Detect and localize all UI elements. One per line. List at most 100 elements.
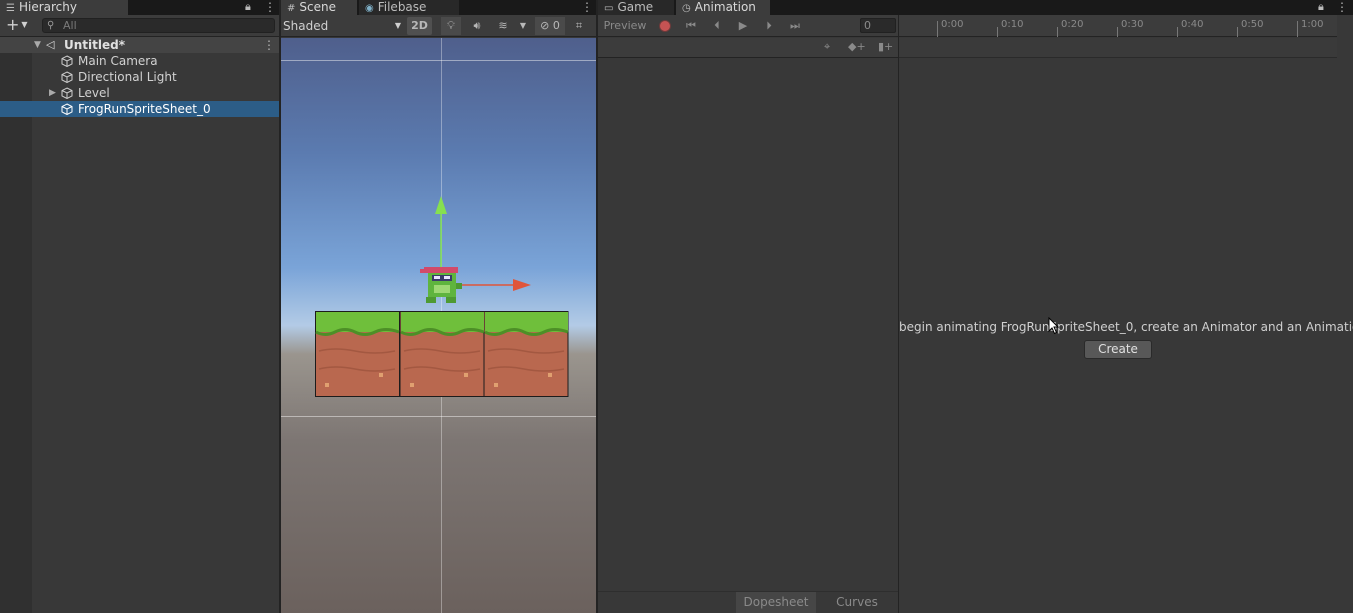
skip-end-icon: ⏭︎ (790, 19, 800, 32)
mode-2d-toggle[interactable]: 2D (407, 17, 432, 35)
step-forward-icon: ⏵︎ (766, 19, 772, 32)
audio-toggle[interactable]: 🔊︎ (467, 17, 487, 35)
cube-icon (61, 85, 77, 101)
play-button[interactable]: ▶ (734, 17, 752, 35)
hidden-eye-icon: ⊘ (540, 19, 550, 32)
next-key-button[interactable]: ⏵︎ (760, 17, 778, 35)
search-placeholder: All (63, 19, 77, 32)
first-key-button[interactable]: ⏮︎ (682, 17, 700, 35)
clock-icon: ◷ (682, 3, 691, 14)
gamepad-icon: ▭ (604, 3, 614, 14)
tab-game[interactable]: ▭ Game (598, 0, 674, 15)
camera-frame-bottom (281, 416, 596, 417)
list-item-selected[interactable]: FrogRunSpriteSheet_0 (0, 101, 279, 117)
scene-menu-icon[interactable]: ⋮ (263, 38, 275, 52)
animation-controls: Preview ⏮︎ ⏴︎ ▶ ⏵︎ ⏭︎ 0 (598, 15, 898, 37)
chevron-down-icon: ▼ (394, 21, 401, 30)
tab-dopesheet[interactable]: Dopesheet (736, 592, 816, 613)
eye-icon: ◉ (365, 3, 374, 14)
frog-sprite[interactable] (420, 263, 464, 309)
tick-label: 1:00 (1301, 19, 1324, 30)
tab-animation[interactable]: ◷ Animation (676, 0, 770, 15)
create-button[interactable]: Create (1084, 340, 1152, 359)
hierarchy-tabbar: ☰ Hierarchy 🔒︎ ⋮ (0, 0, 279, 15)
list-item[interactable]: ▶ Level (0, 85, 279, 101)
hierarchy-gutter (0, 38, 32, 613)
tab-scene[interactable]: # Scene (281, 0, 357, 15)
tab-hierarchy[interactable]: ☰ Hierarchy (0, 0, 128, 15)
cube-icon (61, 69, 77, 85)
lighting-toggle[interactable]: 💡︎ (441, 17, 461, 35)
tick-label: 0:00 (941, 19, 964, 30)
cube-icon (61, 101, 77, 117)
animation-bottom-bar: Dopesheet Curves (598, 591, 898, 613)
scene-viewport[interactable] (281, 38, 596, 613)
animation-tabbar: ▭ Game ◷ Animation 🔒︎ ⋮ (598, 0, 1353, 15)
scene-name: Untitled* (64, 38, 125, 52)
timeline-ruler[interactable]: 0:00 0:10 0:20 0:30 0:40 0:50 1:00 (899, 15, 1337, 37)
timeline-scrollbar[interactable] (1337, 15, 1353, 58)
grid-toggle[interactable]: ⌗ (569, 17, 589, 35)
frame-field[interactable]: 0 (860, 18, 896, 33)
separator-scene-animation[interactable] (596, 0, 598, 613)
event-track[interactable] (899, 38, 1337, 58)
kebab-menu-icon[interactable]: ⋮ (581, 0, 593, 14)
add-event-icon[interactable]: ▮+ (878, 40, 893, 53)
scene-tabbar: # Scene ◉ Filebase ⋮ (281, 0, 596, 15)
list-item-label: Main Camera (78, 54, 158, 68)
chevron-down-icon: ▼ (519, 21, 527, 30)
property-toolbar: ⌖ ◆+ ▮+ (598, 38, 898, 58)
lightbulb-icon: 💡︎ (447, 19, 455, 32)
search-icon: ⚲ (47, 20, 55, 31)
cube-icon (61, 53, 77, 69)
grid-icon: ⌗ (575, 19, 583, 32)
kebab-menu-icon[interactable]: ⋮ (1336, 0, 1348, 14)
lock-icon[interactable]: 🔒︎ (245, 0, 251, 14)
key-filter-icon[interactable]: ⌖ (824, 40, 830, 54)
property-list[interactable] (598, 58, 898, 591)
effects-toggle[interactable]: ≋ (493, 17, 513, 35)
scene-root-row[interactable]: ▼ ◁ Untitled* ⋮ (0, 37, 279, 53)
shading-mode-select[interactable]: Shaded ▼ (283, 17, 401, 35)
hierarchy-toolbar: + ▼ ⚲ All (0, 15, 279, 37)
list-item-label: Level (78, 86, 110, 100)
list-item[interactable]: Directional Light (0, 69, 279, 85)
tick-label: 0:50 (1241, 19, 1264, 30)
tick-label: 0:20 (1061, 19, 1084, 30)
scene-toolbar: Shaded ▼ 2D 💡︎ 🔊︎ ≋ ▼ ⊘ 0 ⌗ (281, 15, 596, 37)
record-button[interactable] (659, 20, 671, 32)
list-icon: ☰ (6, 3, 15, 14)
unity-scene-icon: ◁ (46, 38, 55, 51)
effects-dropdown[interactable]: ▼ (517, 17, 529, 35)
tab-filebase[interactable]: ◉ Filebase (359, 0, 459, 15)
create-message: begin animating FrogRunSpriteSheet_0, cr… (899, 320, 1353, 334)
panel-divider[interactable] (898, 15, 899, 613)
add-keyframe-icon[interactable]: ◆+ (848, 40, 866, 53)
expand-arrow-icon[interactable]: ▶ (49, 85, 56, 101)
search-input[interactable]: ⚲ All (42, 18, 275, 33)
list-item[interactable]: Main Camera (0, 53, 279, 69)
prev-key-button[interactable]: ⏴︎ (708, 17, 726, 35)
kebab-menu-icon[interactable]: ⋮ (264, 0, 276, 14)
visibility-toggle[interactable]: ⊘ 0 (535, 17, 565, 35)
chevron-down-icon: ▼ (21, 20, 28, 29)
tick-label: 0:30 (1121, 19, 1144, 30)
hierarchy-panel: ☰ Hierarchy 🔒︎ ⋮ + ▼ ⚲ All ▼ ◁ Untitled* ⋮… (0, 0, 279, 613)
tick-label (937, 21, 938, 37)
last-key-button[interactable]: ⏭︎ (786, 17, 804, 35)
separator-hierarchy-scene[interactable] (279, 0, 281, 613)
play-icon: ▶ (738, 19, 748, 32)
preview-toggle[interactable]: Preview (601, 17, 649, 35)
expand-arrow-icon[interactable]: ▼ (34, 37, 41, 53)
ground-tiles[interactable] (315, 311, 569, 397)
speaker-icon: 🔊︎ (473, 19, 481, 32)
skip-start-icon: ⏮︎ (686, 19, 696, 32)
animation-panel: ▭ Game ◷ Animation 🔒︎ ⋮ Preview ⏮︎ ⏴︎ ▶ ⏵︎… (598, 0, 1353, 613)
list-item-label: Directional Light (78, 70, 177, 84)
add-button[interactable]: + ▼ (6, 16, 28, 34)
lock-icon[interactable]: 🔒︎ (1318, 0, 1324, 14)
mouse-cursor-icon (1048, 317, 1060, 335)
tab-curves[interactable]: Curves (818, 592, 896, 613)
tick-label: 0:10 (1001, 19, 1024, 30)
layers-icon: ≋ (498, 19, 508, 32)
